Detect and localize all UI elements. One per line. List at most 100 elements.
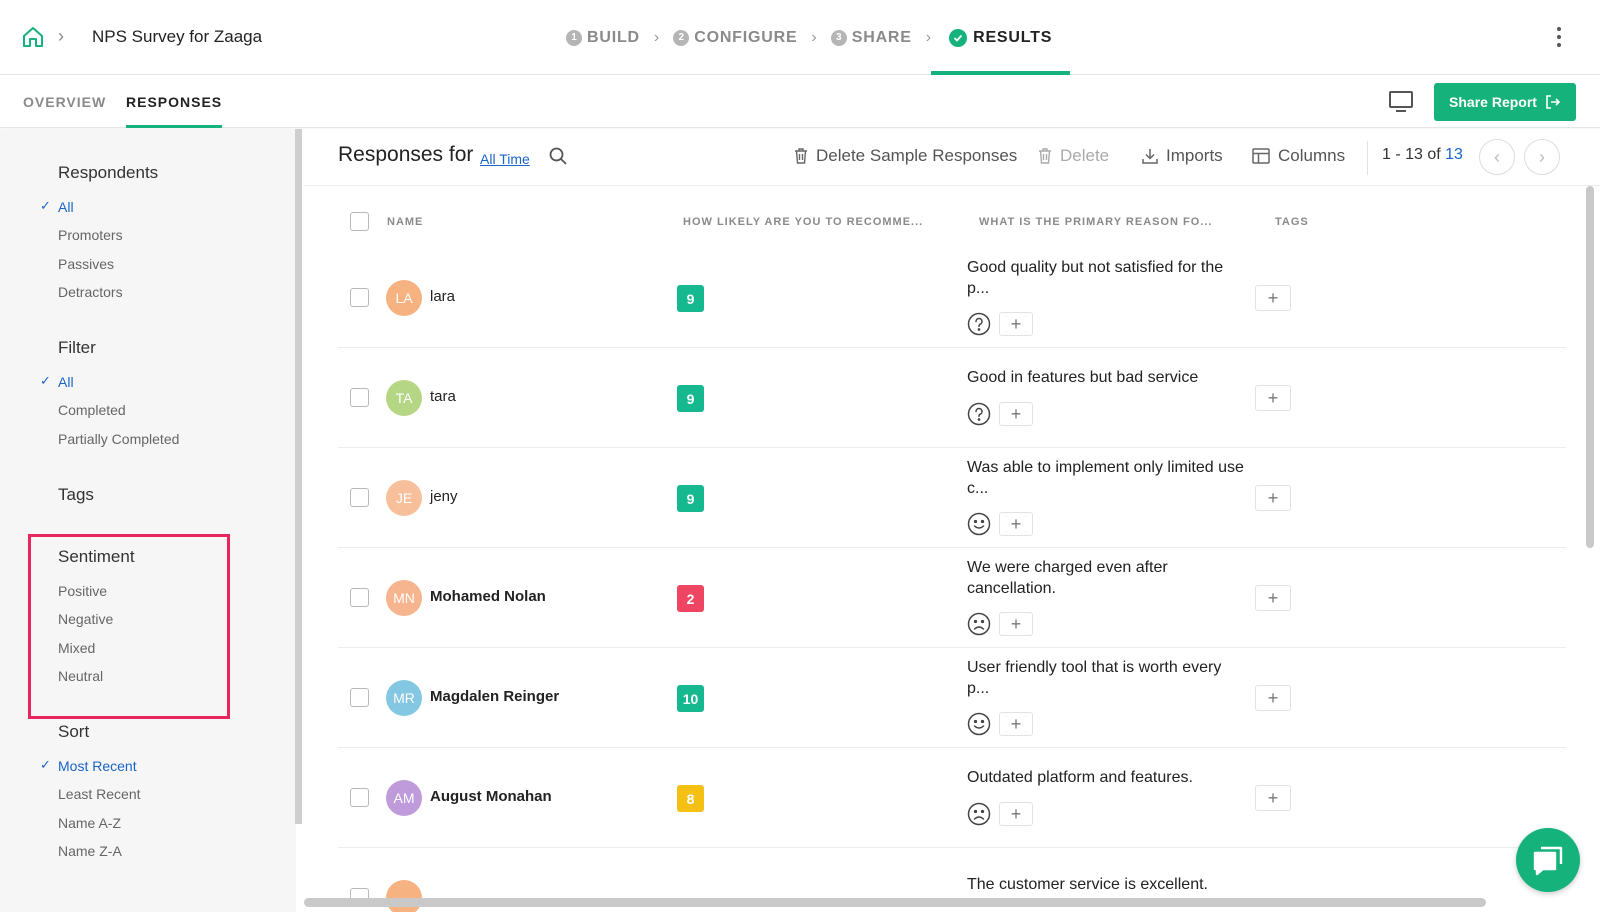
sidebar-scrollbar[interactable] [295,129,302,824]
chevron-right-icon: › [653,28,660,46]
add-tag-button[interactable]: + [1255,585,1291,611]
reason-text: The customer service is excellent. [967,876,1208,893]
table-row[interactable]: MR Magdalen Reinger 10 User friendly tool t… [338,648,1566,748]
table-row[interactable]: JE jeny 9 Was able to implement only limite… [338,448,1566,548]
column-header-name[interactable]: NAME [387,216,423,228]
step-results[interactable]: RESULTS [931,0,1071,75]
monitor-icon[interactable] [1388,90,1414,114]
responses-title: Responses for [338,143,474,166]
row-checkbox[interactable] [350,388,369,407]
add-tag-button[interactable]: + [1255,485,1291,511]
reason-text: User friendly tool that is worth every p… [967,659,1222,697]
step-share[interactable]: 3 SHARE [830,0,912,75]
respondent-name[interactable]: August Monahan [430,788,552,805]
row-checkbox[interactable] [350,588,369,607]
sort-option-least-recent[interactable]: Least Recent [58,786,141,802]
delete-sample-responses-button[interactable]: Delete Sample Responses [794,146,1017,166]
respondents-option-passives[interactable]: Passives [58,256,114,272]
download-icon [1142,149,1158,164]
row-checkbox[interactable] [350,688,369,707]
filter-option-completed[interactable]: Completed [58,402,126,418]
tab-overview[interactable]: OVERVIEW [23,94,106,110]
add-sentiment-button[interactable]: + [999,712,1033,736]
prev-page-button[interactable]: ‹ [1479,139,1515,175]
filter-title: Filter [58,338,96,357]
question-icon[interactable] [967,402,991,426]
table-row[interactable]: MN Mohamed Nolan 2 We were charged even aft… [338,548,1566,648]
plus-icon: + [1010,614,1022,634]
row-checkbox[interactable] [350,288,369,307]
search-icon[interactable] [548,146,568,166]
column-header-score[interactable]: HOW LIKELY ARE YOU TO RECOMME... [683,216,923,228]
respondent-name[interactable]: lara [430,288,455,305]
filter-option-partially-completed[interactable]: Partially Completed [58,431,179,447]
column-header-reason[interactable]: WHAT IS THE PRIMARY REASON FO... [979,216,1212,228]
smile-icon[interactable] [967,712,991,736]
step-configure[interactable]: 2 CONFIGURE [673,0,797,75]
add-tag-button[interactable]: + [1255,385,1291,411]
check-icon: ✓ [40,373,51,388]
add-tag-button[interactable]: + [1255,285,1291,311]
frown-icon[interactable] [967,802,991,826]
horizontal-scrollbar[interactable] [304,898,1486,907]
plus-icon: + [1010,714,1022,734]
score-badge: 8 [677,785,704,812]
imports-button[interactable]: Imports [1142,146,1223,166]
delete-button[interactable]: Delete [1038,146,1109,166]
chat-button[interactable] [1516,828,1580,892]
sort-option-most-recent[interactable]: ✓ Most Recent [40,757,137,774]
plus-icon: + [1010,314,1022,334]
add-sentiment-button[interactable]: + [999,612,1033,636]
table-row[interactable]: TA tara 9 Good in features but bad service +… [338,348,1566,448]
respondent-name[interactable]: tara [430,388,456,405]
respondents-option-promoters[interactable]: Promoters [58,227,123,243]
table-row[interactable]: AM August Monahan 8 Outdated platform and f… [338,748,1566,848]
step-build[interactable]: 1 BUILD [566,0,640,75]
respondents-title: Respondents [58,163,159,182]
plus-icon: + [1267,788,1279,808]
add-tag-button[interactable]: + [1255,785,1291,811]
date-range-link[interactable]: All Time [480,151,530,167]
share-report-button[interactable]: Share Report [1434,83,1576,121]
question-icon[interactable] [967,312,991,336]
sort-option-name-z-a[interactable]: Name Z-A [58,843,122,859]
smile-icon[interactable] [967,512,991,536]
row-checkbox[interactable] [350,488,369,507]
table-row[interactable]: LA lara 9 Good quality but not satisfied fo… [338,248,1566,348]
more-menu-icon[interactable] [1556,27,1562,47]
score-badge: 2 [677,585,704,612]
check-icon: ✓ [40,198,51,213]
vertical-scrollbar[interactable] [1586,186,1594,548]
sort-option-name-a-z[interactable]: Name A-Z [58,815,121,831]
select-all-checkbox[interactable] [350,212,369,231]
add-sentiment-button[interactable]: + [999,402,1033,426]
tags-title: Tags [58,485,94,504]
plus-icon: + [1010,514,1022,534]
column-header-tags[interactable]: TAGS [1275,216,1309,228]
add-sentiment-button[interactable]: + [999,802,1033,826]
trash-icon [1039,148,1051,164]
respondents-option-all[interactable]: ✓ All [40,198,74,215]
frown-icon[interactable] [967,612,991,636]
toolbar-divider [1367,141,1368,175]
row-checkbox[interactable] [350,788,369,807]
next-page-button[interactable]: › [1524,139,1560,175]
respondent-name[interactable]: Mohamed Nolan [430,588,546,605]
filter-option-all[interactable]: ✓ All [40,373,74,390]
respondent-name[interactable]: Magdalen Reinger [430,688,559,705]
respondents-option-detractors[interactable]: Detractors [58,284,123,300]
add-sentiment-button[interactable]: + [999,312,1033,336]
score-badge: 9 [677,385,704,412]
add-sentiment-button[interactable]: + [999,512,1033,536]
add-tag-button[interactable]: + [1255,685,1291,711]
respondent-name[interactable]: jeny [430,488,458,505]
reason-text: Good quality but not satisfied for the p… [967,259,1224,297]
plus-icon: + [1267,488,1279,508]
chevron-right-icon: › [811,28,817,46]
filter-sidebar: Respondents ✓ All Promoters Passives Detr… [0,129,296,912]
tab-responses[interactable]: RESPONSES [126,94,223,128]
check-circle-icon [949,28,968,47]
plus-icon: + [1010,404,1022,424]
home-icon[interactable] [21,25,45,49]
columns-button[interactable]: Columns [1252,146,1345,166]
